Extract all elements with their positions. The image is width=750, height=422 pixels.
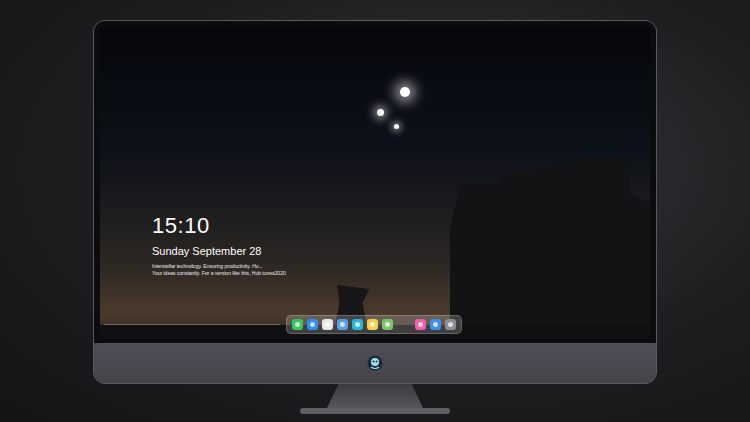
clock-widget: 15:10 Sunday September 28 Interstellar t… — [100, 27, 650, 277]
app-icon[interactable] — [307, 319, 318, 330]
monitor: 15:10 Sunday September 28 Interstellar t… — [93, 20, 657, 384]
app-glyph-icon — [310, 322, 315, 327]
telescope-silhouette — [450, 157, 650, 339]
app-icon[interactable] — [382, 319, 393, 330]
desk: 15:10 Sunday September 28 Interstellar t… — [0, 0, 750, 414]
app-icon[interactable] — [292, 319, 303, 330]
app-icon[interactable] — [445, 319, 456, 330]
app-glyph-icon — [340, 322, 345, 327]
bezel: 15:10 Sunday September 28 Interstellar t… — [94, 21, 656, 343]
app-glyph-icon — [448, 322, 453, 327]
app-icon[interactable] — [352, 319, 363, 330]
app-glyph-icon — [433, 322, 438, 327]
monitor-chin — [94, 343, 656, 383]
planet-icon — [377, 109, 384, 116]
monitor-stand — [327, 384, 423, 408]
planet-icon — [400, 87, 410, 97]
app-glyph-icon — [355, 322, 360, 327]
logo-icon — [367, 355, 383, 371]
app-icon[interactable] — [337, 319, 348, 330]
app-icon[interactable] — [415, 319, 426, 330]
app-glyph-icon — [370, 322, 375, 327]
desktop-content: 15:10 Sunday September 28 Interstellar t… — [100, 27, 650, 339]
clock-date: Sunday September 28 — [152, 244, 650, 258]
note-line: Interstellar technology. Ensuring produc… — [152, 263, 650, 270]
app-icon[interactable] — [367, 319, 378, 330]
clock-notes: Interstellar technology. Ensuring produc… — [152, 263, 650, 277]
app-glyph-icon — [295, 322, 300, 327]
app-glyph-icon — [418, 322, 423, 327]
note-line: Your ideas constantly. For a version lik… — [152, 270, 650, 277]
taskbar-line — [104, 324, 280, 325]
app-icon[interactable] — [322, 319, 333, 330]
app-icon[interactable] — [430, 319, 441, 330]
planet-icon — [394, 124, 399, 129]
clock-time: 15:10 — [152, 213, 650, 239]
app-glyph-icon — [325, 322, 330, 327]
dock-spacer — [397, 320, 411, 330]
stand-base — [300, 408, 450, 414]
desktop-screen: 15:10 Sunday September 28 Interstellar t… — [100, 27, 650, 339]
taskbar — [100, 315, 650, 339]
app-glyph-icon — [385, 322, 390, 327]
dock — [286, 315, 462, 334]
